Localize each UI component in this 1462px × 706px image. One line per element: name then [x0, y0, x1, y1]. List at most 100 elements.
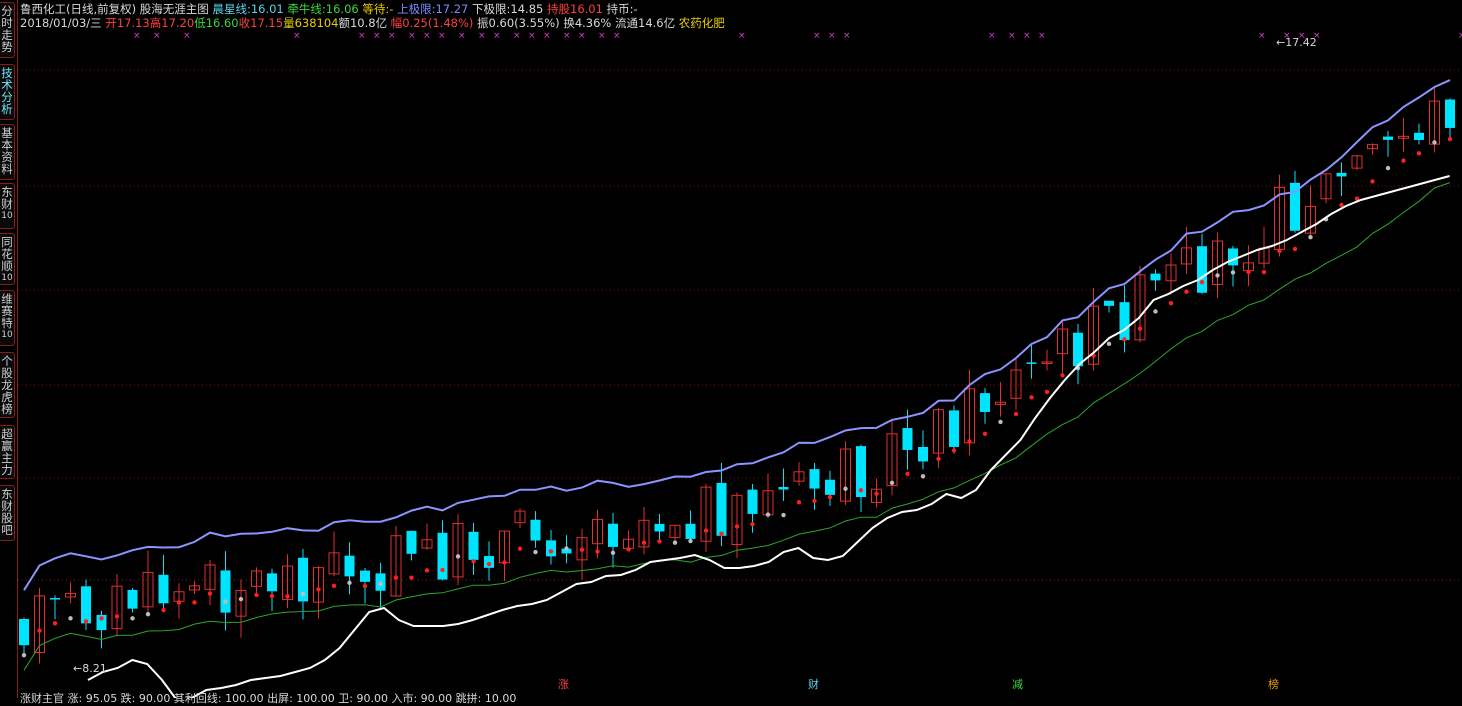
candle-down [360, 570, 370, 582]
tab-sidebar-1[interactable]: 技术分析 [0, 64, 15, 120]
signal-dot [595, 549, 600, 554]
signal-x-marker: × [478, 31, 486, 41]
candle-down [685, 523, 696, 539]
signal-x-marker: × [458, 31, 466, 41]
signal-x-marker: × [493, 31, 501, 41]
signal-dot [967, 439, 972, 444]
candle-down [1119, 302, 1130, 341]
signal-dot [1153, 309, 1158, 314]
tab-sidebar-7[interactable]: 超赢主力 [0, 425, 15, 479]
momentum-line [87, 175, 1450, 698]
tab-sidebar-3[interactable]: 东财 10 [0, 183, 15, 229]
signal-dot [223, 599, 228, 604]
signal-dot [750, 522, 755, 527]
signal-x-marker: × [988, 31, 996, 41]
candle-down [918, 446, 928, 462]
signal-dot [610, 550, 616, 555]
signal-dot [827, 494, 833, 500]
signal-dot [765, 512, 771, 517]
signal-x-marker: × [423, 31, 431, 41]
signal-dot [1199, 279, 1205, 285]
candle-down [406, 530, 417, 554]
signal-dot [502, 560, 507, 565]
signal-dot [998, 419, 1003, 425]
signal-x-marker: × [358, 31, 366, 41]
tab-number: 10 [1, 273, 13, 283]
low-annotation: ←8.21 [73, 662, 107, 675]
tab-char: 财 [1, 197, 13, 211]
footer-marker: 减 [1012, 678, 1023, 691]
signal-x-marker: × [1458, 31, 1462, 41]
signal-dot [192, 600, 197, 605]
signal-x-marker: × [133, 31, 141, 41]
tab-sidebar-8[interactable]: 东财股吧 [0, 485, 15, 541]
signal-dot [316, 587, 321, 592]
signal-dot [238, 596, 244, 602]
signal-x-marker: × [438, 31, 446, 41]
signal-dot [688, 538, 693, 544]
signal-x-marker: × [598, 31, 606, 41]
candle-down [608, 523, 618, 547]
tab-sidebar-6[interactable]: 个股龙虎榜 [0, 352, 15, 418]
signal-dot [1261, 269, 1267, 275]
kline-chart[interactable]: × × × × × × × × × × × × × × × × × × × × × × × × × × × × × × × × ×←17.42←… [18, 0, 1462, 698]
signal-dot [409, 575, 414, 580]
candle-down [1336, 172, 1347, 177]
signal-x-marker: × [153, 31, 161, 41]
tab-sidebar-5[interactable]: 维赛特 10 [0, 290, 15, 346]
signal-dot [269, 593, 275, 599]
candle-down [980, 393, 990, 412]
signal-x-marker: × [1258, 31, 1266, 41]
signal-x-marker: × [563, 31, 571, 41]
signal-dot [254, 592, 259, 598]
candle-down [344, 555, 355, 577]
signal-x-marker: × [388, 31, 396, 41]
signal-dot [781, 512, 786, 518]
signal-dot [1401, 158, 1406, 163]
signal-dot [1385, 165, 1391, 171]
signal-dot [285, 594, 290, 599]
candle-down [546, 540, 556, 557]
candle-down [1150, 273, 1161, 281]
tab-char: 势 [1, 40, 13, 54]
candle-down [1228, 248, 1238, 266]
signal-dot [393, 575, 399, 580]
tab-sidebar-2[interactable]: 基本资料 [0, 124, 15, 180]
signal-dot [471, 559, 476, 564]
signal-dot [672, 540, 678, 545]
tab-char: 榜 [1, 402, 13, 416]
signal-dot [626, 547, 631, 552]
signal-dot [1370, 179, 1375, 184]
signal-x-marker: × [513, 31, 521, 41]
signal-x-marker: × [528, 31, 536, 41]
signal-x-marker: × [1038, 31, 1046, 41]
signal-dot [982, 431, 988, 436]
candle-down [949, 410, 959, 447]
tab-sidebar-0[interactable]: 分时走势 [0, 2, 15, 58]
signal-dot [905, 471, 910, 477]
candle-down [809, 469, 820, 489]
candle-down [267, 573, 277, 592]
tab-number: 10 [1, 330, 13, 340]
signal-dot [1137, 326, 1143, 331]
signal-dot [641, 540, 647, 545]
candle-down [716, 482, 727, 536]
signal-dot [1184, 289, 1189, 294]
signal-x-marker: × [613, 31, 621, 41]
signal-dot [548, 549, 554, 554]
candle-down [50, 598, 60, 600]
signal-x-marker: × [408, 31, 416, 41]
signal-dot [145, 611, 151, 617]
signal-dot [719, 531, 724, 536]
signal-dot [68, 616, 73, 621]
signal-dot [114, 614, 120, 619]
signal-dot [812, 498, 817, 504]
signal-dot [874, 491, 879, 496]
signal-x-marker: × [738, 31, 746, 41]
tab-number: 10 [1, 211, 13, 221]
tab-sidebar-4[interactable]: 同花顺 10 [0, 233, 15, 285]
tab-char: 力 [1, 463, 13, 477]
candle-down [1414, 132, 1424, 140]
candle-down [902, 428, 913, 450]
footer-indicator-text: 涨财主官 涨: 95.05 跌: 90.00 其利回线: 100.00 出屏: … [20, 692, 517, 705]
